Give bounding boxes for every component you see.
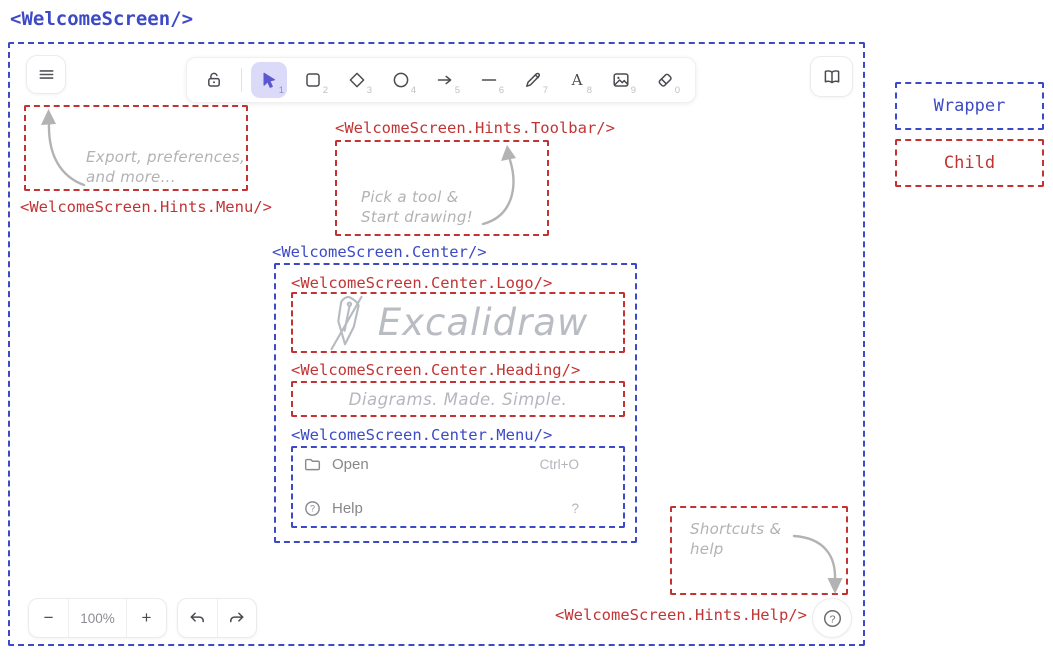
tool-shortcut-number: 2 [323,85,328,96]
main-menu-button[interactable] [26,55,66,94]
history-controls [177,598,257,638]
excalidraw-logo: Excalidraw [291,292,625,353]
tool-shortcut-number: 6 [499,85,504,96]
tool-eraser[interactable]: 0 [647,62,683,98]
menu-item-open[interactable]: Open Ctrl+O [291,453,625,475]
center-label: <WelcomeScreen.Center/> [272,243,487,261]
svg-text:A: A [571,71,583,89]
welcome-screen-annotated-screenshot: <WelcomeScreen/> 1 [0,0,1053,661]
center-menu-label: <WelcomeScreen.Center.Menu/> [291,426,552,444]
welcome-heading: Diagrams. Made. Simple. [291,381,625,417]
text-icon: A [567,70,587,90]
tool-diamond[interactable]: 3 [339,62,375,98]
line-icon [479,70,499,90]
undo-button[interactable] [178,599,217,637]
arrow-icon [435,70,455,90]
hints-help-label: <WelcomeScreen.Hints.Help/> [555,606,807,624]
help-button[interactable]: ? [812,598,852,638]
hamburger-icon [37,65,56,84]
tool-shortcut-number: 7 [543,85,548,96]
tool-rectangle[interactable]: 2 [295,62,331,98]
rectangle-icon [303,70,323,90]
zoom-out-button[interactable]: − [29,599,68,637]
plus-icon: + [141,608,151,628]
toolbar-divider [241,68,242,92]
tool-arrow[interactable]: 5 [427,62,463,98]
tool-draw[interactable]: 7 [515,62,551,98]
lock-tool-button[interactable] [196,62,232,98]
unlocked-padlock-icon [204,70,224,90]
help-hint-text: Shortcuts & help [690,519,781,560]
excalidraw-logo-text: Excalidraw [378,301,588,344]
zoom-level-button[interactable]: 100% [68,599,126,637]
eraser-icon [655,70,675,90]
diamond-icon [347,70,367,90]
hints-toolbar-label: <WelcomeScreen.Hints.Toolbar/> [335,119,615,137]
pencil-icon [523,70,543,90]
zoom-in-button[interactable]: + [126,599,166,637]
redo-button[interactable] [217,599,256,637]
menu-item-label: Help [332,500,363,517]
tool-shortcut-number: 9 [631,85,636,96]
excalidraw-pen-nib-icon [328,294,366,352]
tool-image[interactable]: 9 [603,62,639,98]
toolbar: 1 2 3 4 5 [186,57,696,103]
svg-text:?: ? [310,503,315,513]
hints-help-box: Shortcuts & help [670,506,848,595]
legend-child-label: Child [944,153,995,173]
tool-text[interactable]: A 8 [559,62,595,98]
center-logo-label: <WelcomeScreen.Center.Logo/> [291,274,552,292]
minus-icon: − [44,608,54,628]
menu-hint-text: Export, preferences, and more... [86,147,245,188]
menu-item-label: Open [332,456,369,473]
menu-item-help[interactable]: ? Help ? [291,497,625,519]
zoom-controls: − 100% + [28,598,167,638]
tool-shortcut-number: 5 [455,85,460,96]
tool-shortcut-number: 8 [587,85,592,96]
book-icon [822,67,842,87]
selection-cursor-icon [259,70,279,90]
library-button[interactable] [810,56,853,97]
help-circle-icon: ? [303,499,322,518]
legend-wrapper-label: Wrapper [934,96,1006,116]
toolbar-hint-text: Pick a tool & Start drawing! [361,187,473,228]
menu-item-shortcut: Ctrl+O [540,457,579,472]
page-title: <WelcomeScreen/> [10,8,193,30]
legend-wrapper: Wrapper [895,82,1044,130]
tool-shortcut-number: 1 [279,85,284,96]
redo-icon [227,609,246,628]
legend-child: Child [895,139,1044,187]
tool-line[interactable]: 6 [471,62,507,98]
tool-shortcut-number: 4 [411,85,416,96]
tool-selection[interactable]: 1 [251,62,287,98]
folder-icon [303,455,322,474]
undo-icon [188,609,207,628]
hints-menu-box: Export, preferences, and more... [24,105,248,191]
image-icon [611,70,631,90]
tool-ellipse[interactable]: 4 [383,62,419,98]
center-heading-label: <WelcomeScreen.Center.Heading/> [291,361,580,379]
help-circle-icon: ? [822,608,843,629]
menu-item-shortcut: ? [571,501,579,516]
hints-menu-label: <WelcomeScreen.Hints.Menu/> [20,198,272,216]
zoom-level-value: 100% [80,611,115,626]
tool-shortcut-number: 0 [675,85,680,96]
tool-shortcut-number: 3 [367,85,372,96]
hints-toolbar-box: Pick a tool & Start drawing! [335,140,549,236]
svg-text:?: ? [829,613,835,625]
ellipse-icon [391,70,411,90]
